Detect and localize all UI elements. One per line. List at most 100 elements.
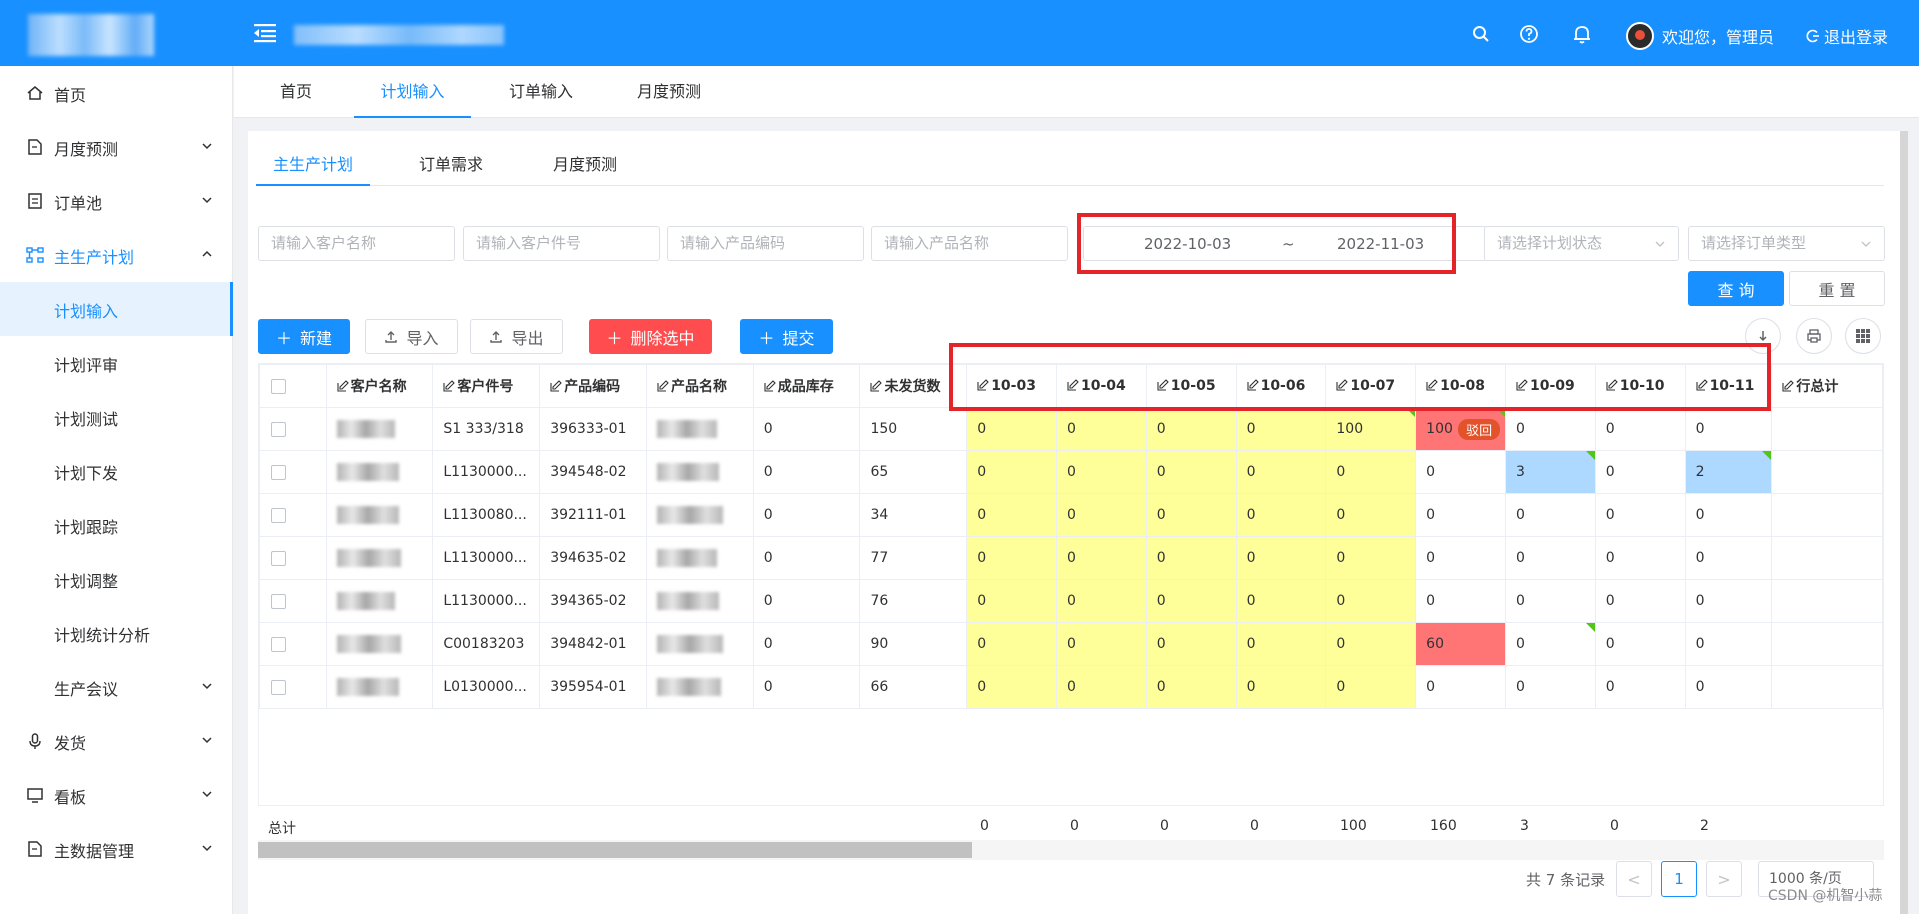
row-checkbox[interactable]	[259, 665, 327, 709]
cell-customer-part[interactable]: L1130000...	[432, 536, 541, 580]
cell-customer-part[interactable]: L0130000...	[432, 665, 541, 709]
cell-unshipped[interactable]: 77	[859, 536, 968, 580]
avatar[interactable]	[1626, 22, 1654, 50]
cell-day[interactable]: 0	[1235, 493, 1327, 537]
sidebar-item-monthly-forecast[interactable]: 月度预测	[0, 120, 233, 174]
next-page-button[interactable]: >	[1706, 861, 1742, 897]
cell-customer-part[interactable]: C00183203	[432, 622, 541, 666]
col-header[interactable]: 产品编码	[539, 364, 647, 408]
cell-product-code[interactable]: 394842-01	[539, 622, 647, 666]
cell-day[interactable]: 0	[1594, 536, 1686, 580]
customer-name-input[interactable]: 请输入客户名称	[258, 226, 455, 261]
row-checkbox[interactable]	[259, 450, 327, 494]
cell-customer-part[interactable]: L1130080...	[432, 493, 541, 537]
col-header[interactable]: 10-04	[1055, 364, 1147, 408]
cell-day[interactable]: 0	[1684, 493, 1773, 537]
cell-day[interactable]: 0	[1594, 622, 1686, 666]
cell-day[interactable]: 0	[1504, 407, 1596, 451]
cell-product-name[interactable]	[645, 450, 754, 494]
cell-customer-part[interactable]: S1 333/318	[432, 407, 541, 451]
cell-stock[interactable]: 0	[752, 579, 861, 623]
cell-stock[interactable]: 0	[752, 407, 861, 451]
cell-day[interactable]: 0	[1325, 579, 1417, 623]
cell-stock[interactable]: 0	[752, 622, 861, 666]
menu-fold-icon[interactable]	[252, 20, 278, 46]
cell-day[interactable]: 0	[1055, 579, 1147, 623]
cell-unshipped[interactable]: 90	[859, 622, 968, 666]
cell-stock[interactable]: 0	[752, 450, 861, 494]
subtab-order-demand[interactable]: 订单需求	[419, 151, 483, 186]
print-button[interactable]	[1796, 318, 1832, 354]
cell-day[interactable]: 0	[1684, 579, 1773, 623]
cell-day[interactable]: 0	[1504, 536, 1596, 580]
sidebar-item-plan-input[interactable]: 计划输入	[0, 282, 233, 336]
cell-day[interactable]: 0	[966, 536, 1057, 580]
cell-day[interactable]: 0	[1594, 450, 1686, 494]
cell-day[interactable]: 60	[1415, 622, 1506, 666]
cell-product-code[interactable]: 392111-01	[539, 493, 647, 537]
cell-day[interactable]: 0	[966, 579, 1057, 623]
page-1-button[interactable]: 1	[1661, 861, 1697, 897]
cell-day[interactable]: 0	[1145, 493, 1237, 537]
cell-day[interactable]: 0	[1684, 536, 1773, 580]
cell-stock[interactable]: 0	[752, 536, 861, 580]
customer-part-input[interactable]: 请输入客户件号	[463, 226, 660, 261]
col-header[interactable]: 10-06	[1235, 364, 1327, 408]
sidebar-item-plan-issue[interactable]: 计划下发	[0, 444, 233, 498]
cell-product-code[interactable]: 394365-02	[539, 579, 647, 623]
cell-day[interactable]: 0	[966, 622, 1057, 666]
cell-day[interactable]: 0	[1145, 536, 1237, 580]
sidebar-item-master-plan[interactable]: 主生产计划	[0, 228, 233, 282]
cell-day[interactable]: 0	[1235, 665, 1327, 709]
cell-day[interactable]: 0	[1415, 665, 1506, 709]
cell-day[interactable]: 0	[1415, 579, 1506, 623]
cell-customer-name[interactable]	[325, 579, 434, 623]
cell-day[interactable]: 0	[1235, 622, 1327, 666]
delete-selected-button[interactable]: ＋ 删除选中	[589, 319, 712, 354]
cell-product-name[interactable]	[645, 407, 754, 451]
logout-button[interactable]: 退出登录	[1806, 24, 1888, 48]
cell-day[interactable]: 0	[1055, 493, 1147, 537]
cell-customer-part[interactable]: L1130000...	[432, 450, 541, 494]
date-range-picker[interactable]: 2022-10-03 ~ 2022-11-03	[1083, 226, 1487, 261]
col-header[interactable]: 10-05	[1145, 364, 1237, 408]
cell-day[interactable]: 0	[1504, 665, 1596, 709]
reset-button[interactable]: 重 置	[1789, 271, 1885, 306]
export-button[interactable]: 导出	[470, 319, 563, 354]
row-checkbox[interactable]	[259, 579, 327, 623]
sidebar-item-plan-test[interactable]: 计划测试	[0, 390, 233, 444]
cell-stock[interactable]: 0	[752, 665, 861, 709]
cell-customer-name[interactable]	[325, 536, 434, 580]
cell-day[interactable]: 0	[1594, 579, 1686, 623]
cell-day[interactable]: 0	[1055, 536, 1147, 580]
cell-day[interactable]: 0	[1145, 407, 1237, 451]
cell-customer-part[interactable]: L1130000...	[432, 579, 541, 623]
row-checkbox[interactable]	[259, 622, 327, 666]
sidebar-item-plan-adjust[interactable]: 计划调整	[0, 552, 233, 606]
col-header[interactable]: 10-11	[1684, 364, 1773, 408]
download-button[interactable]	[1745, 318, 1781, 354]
cell-day[interactable]: 0	[1415, 536, 1506, 580]
cell-unshipped[interactable]: 65	[859, 450, 968, 494]
cell-day[interactable]: 0	[1415, 450, 1506, 494]
vertical-scrollbar[interactable]	[1900, 131, 1908, 914]
prev-page-button[interactable]: <	[1616, 861, 1652, 897]
submit-button[interactable]: ＋ 提交	[740, 319, 833, 354]
cell-day[interactable]: 0	[1684, 407, 1773, 451]
cell-customer-name[interactable]	[325, 407, 434, 451]
subtab-master-plan[interactable]: 主生产计划	[256, 151, 370, 186]
columns-button[interactable]	[1845, 318, 1881, 354]
cell-day[interactable]: 0	[1145, 450, 1237, 494]
cell-product-name[interactable]	[645, 493, 754, 537]
cell-day[interactable]: 0	[1055, 665, 1147, 709]
import-button[interactable]: 导入	[365, 319, 458, 354]
order-type-select[interactable]: 请选择订单类型	[1688, 226, 1885, 261]
search-icon[interactable]	[1470, 23, 1492, 45]
cell-product-name[interactable]	[645, 665, 754, 709]
cell-day[interactable]: 0	[1684, 665, 1773, 709]
cell-day[interactable]: 0	[1504, 493, 1596, 537]
col-header[interactable]: 成品库存	[752, 364, 861, 408]
col-header[interactable]: 10-03	[966, 364, 1057, 408]
cell-product-code[interactable]: 396333-01	[539, 407, 647, 451]
cell-day[interactable]: 0	[966, 665, 1057, 709]
